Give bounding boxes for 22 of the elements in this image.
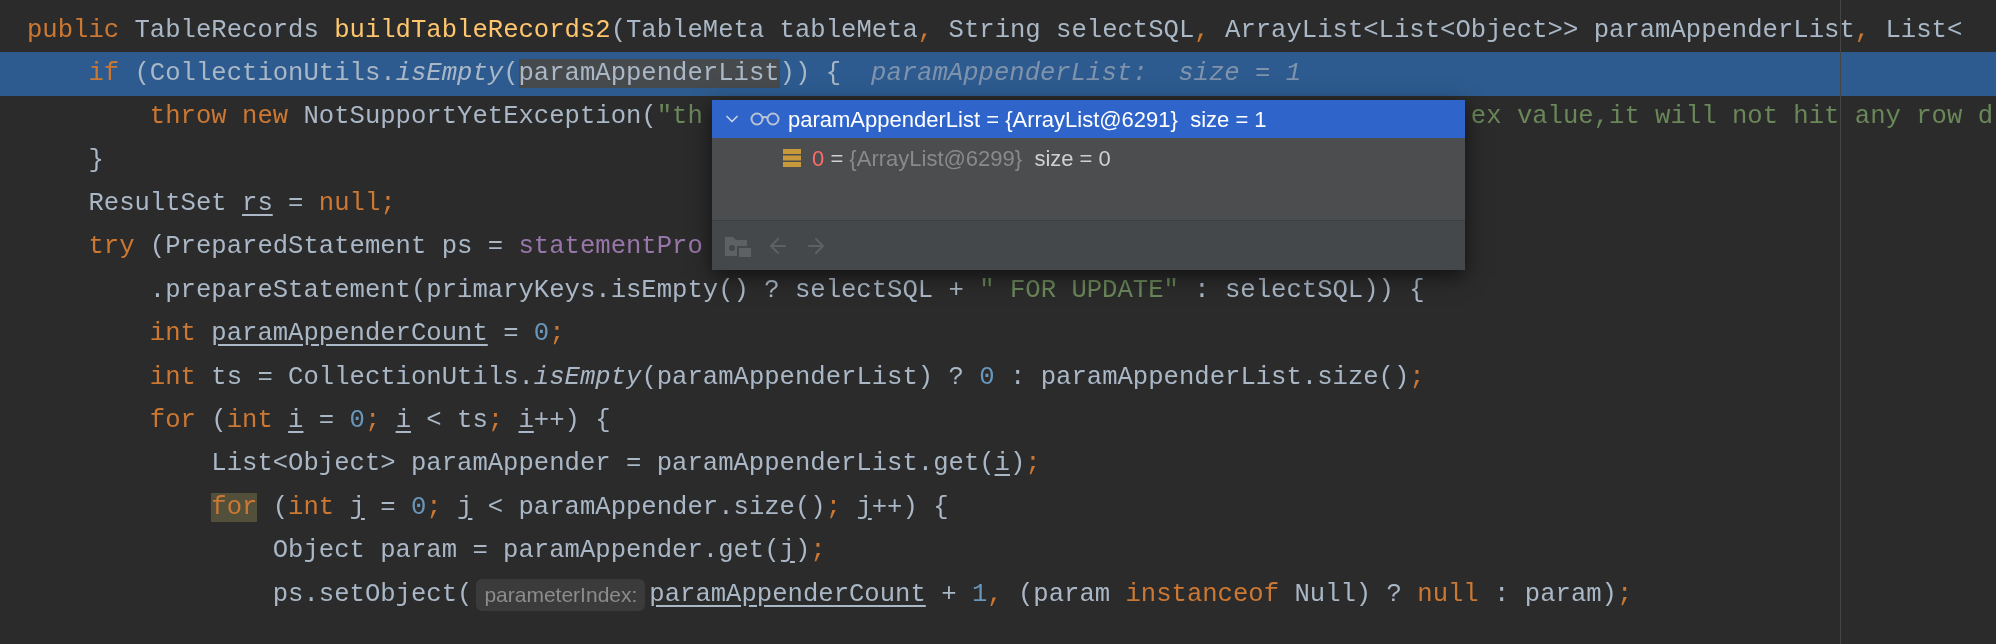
inline-value-hint: paramAppenderList: size = 1: [871, 57, 1302, 90]
code-text: }: [87, 144, 104, 177]
code-text: throw new NotSupportYetException("th: [148, 101, 703, 134]
code-text: public TableRecords buildTableRecords2(TableMeta tableMeta, String selectSQL, ArrayList<List<Object>> paramAppenderList, List<: [27, 14, 1963, 47]
code-text: ps.setObject(: [271, 578, 473, 611]
variable-row[interactable]: paramAppenderList = {ArrayList@6291} size = 1: [712, 100, 1465, 138]
code-text: Object param = paramAppender.get(j);: [271, 535, 826, 568]
code-text: ResultSet rs = null;: [87, 188, 396, 221]
parameter-hint: parameterIndex:: [476, 578, 646, 611]
code-text: int paramAppenderCount = 0;: [148, 318, 565, 351]
code-text: List<Object> paramAppender = paramAppenderList.get(i);: [210, 448, 1041, 481]
code-text: for (int i = 0; i < ts; i++) {: [148, 405, 611, 437]
code-text: try (PreparedStatement ps = statementPro: [87, 231, 703, 264]
variable-row[interactable]: 0 = {ArrayList@6299} size = 0: [712, 138, 1465, 178]
glasses-icon: [750, 112, 780, 126]
code-text: ex value,it will not hit any row d: [1470, 101, 1993, 134]
code-text: paramAppenderCount + 1, (param instanceof Null) ? null : param);: [649, 578, 1633, 611]
field-icon: [782, 148, 802, 168]
code-text: .prepareStatement(primaryKeys.isEmpty() ? selectSQL + " FOR UPDATE" : selectSQL)) {: [148, 274, 1425, 307]
code-text: int ts = CollectionUtils.isEmpty(paramAppenderList) ? 0 : paramAppenderList.size();: [148, 361, 1425, 394]
code-text: if (CollectionUtils.isEmpty(paramAppenderList)) {: [87, 57, 842, 90]
code-text: for (int j = 0; j < paramAppender.size(); j++) {: [210, 491, 949, 524]
